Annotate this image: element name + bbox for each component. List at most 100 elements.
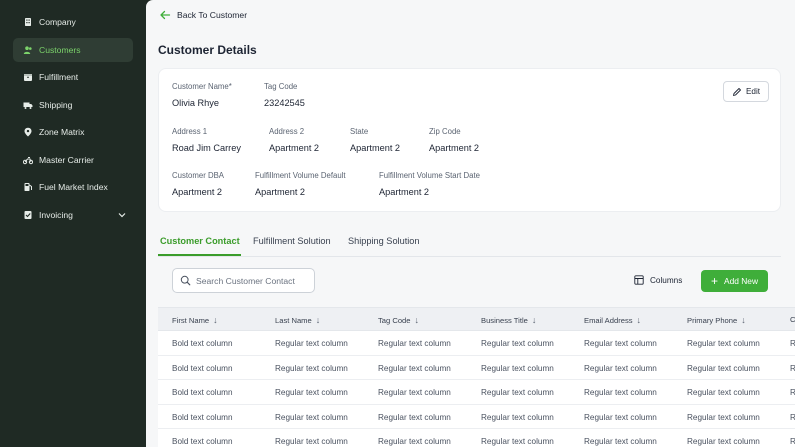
search-input[interactable] bbox=[196, 275, 311, 286]
field-label: Customer Name* bbox=[172, 82, 232, 91]
table-cell: Regular text column bbox=[481, 339, 554, 348]
column-header-label: Primary Phone bbox=[687, 315, 738, 325]
field-label: Zip Code bbox=[429, 127, 461, 136]
sidebar-item-shipping[interactable]: Shipping bbox=[13, 93, 133, 117]
table-cell: Regular text column bbox=[687, 363, 760, 373]
tab-customer-contact[interactable]: Customer Contact bbox=[160, 236, 240, 246]
table-cell: Regular text column bbox=[275, 363, 348, 373]
field-value: Apartment 2 bbox=[269, 142, 320, 153]
table-row[interactable]: Bold text column Regular text column Reg… bbox=[158, 429, 795, 447]
field-address-2: Address 2 Apartment 2 bbox=[269, 127, 319, 153]
table-header: First Name ↓ Last Name ↓ Tag Code ↓ Busines… bbox=[158, 307, 795, 331]
column-header-email-address[interactable]: Email Address ↓ bbox=[584, 315, 641, 325]
field-value: Apartment 2 bbox=[429, 142, 480, 153]
table-row[interactable]: Bold text column Regular text column Reg… bbox=[158, 404, 795, 429]
table-cell: Regular text column bbox=[687, 339, 760, 348]
table-cell: Regular text column bbox=[481, 437, 554, 446]
sidebar-item-customers[interactable]: Customers bbox=[13, 37, 133, 62]
sort-arrow-icon: ↓ bbox=[315, 315, 321, 325]
sidebar-item-label: Fuel Market Index bbox=[39, 182, 108, 192]
sort-arrow-icon: ↓ bbox=[414, 315, 420, 325]
field-label: Address 2 bbox=[269, 127, 305, 136]
column-header-label: Email Address bbox=[584, 315, 633, 325]
column-header-label: Tag Code bbox=[378, 315, 411, 325]
chevron-down-icon[interactable] bbox=[117, 210, 127, 220]
tab-fulfillment-solution[interactable]: Fulfillment Solution bbox=[253, 236, 331, 246]
field-value: Apartment 2 bbox=[379, 186, 430, 197]
field-tag-code: Tag Code 23242545 bbox=[264, 82, 305, 108]
field-fulfillment-volume-default: Fulfillment Volume Default Apartment 2 bbox=[255, 171, 346, 197]
sidebar-item-fuel-market-index[interactable]: Fuel Market Index bbox=[13, 175, 133, 199]
page-title: Customer Details bbox=[158, 43, 257, 57]
column-header-tag-code[interactable]: Tag Code ↓ bbox=[378, 315, 419, 325]
active-tab-indicator bbox=[158, 254, 241, 256]
field-customer-dba: Customer DBA Apartment 2 bbox=[172, 171, 224, 197]
sidebar-item-company[interactable]: Company bbox=[13, 10, 133, 34]
table-cell: Regular text column bbox=[378, 412, 451, 422]
edit-label: Edit bbox=[745, 87, 761, 96]
table-cell: Regular text column bbox=[275, 437, 348, 446]
field-value: 23242545 bbox=[264, 97, 305, 108]
edit-button[interactable]: Edit bbox=[723, 81, 769, 102]
table-cell: Bold text column bbox=[172, 437, 233, 446]
column-header-business-title[interactable]: Business Title ↓ bbox=[481, 315, 536, 325]
table-cell: R bbox=[790, 339, 795, 348]
table-cell: Regular text column bbox=[481, 363, 554, 373]
sort-arrow-icon: ↓ bbox=[741, 315, 746, 325]
table-cell: Bold text column bbox=[172, 412, 233, 422]
column-header-last-name[interactable]: Last Name ↓ bbox=[275, 315, 320, 325]
back-label: Back To Customer bbox=[177, 10, 248, 20]
table-cell: Bold text column bbox=[172, 363, 233, 373]
location-pin-icon bbox=[23, 127, 33, 137]
table-cell: Regular text column bbox=[687, 388, 760, 397]
table-cell: Regular text column bbox=[275, 339, 348, 348]
column-header-primary-phone[interactable]: Primary Phone ↓ bbox=[687, 315, 746, 325]
search-icon bbox=[180, 275, 191, 286]
columns-button[interactable]: Columns bbox=[634, 272, 682, 288]
table-cell: Regular text column bbox=[378, 437, 451, 446]
column-header-label: C bbox=[790, 315, 795, 324]
table-row[interactable]: Bold text column Regular text column Reg… bbox=[158, 331, 795, 356]
table-cell: Regular text column bbox=[584, 363, 657, 373]
add-new-button[interactable]: + Add New bbox=[701, 270, 768, 292]
sidebar-item-fulfillment[interactable]: Fulfillment bbox=[13, 65, 133, 89]
sidebar-item-invoicing[interactable]: Invoicing bbox=[13, 203, 133, 227]
field-fulfillment-volume-start-date: Fulfillment Volume Start Date Apartment … bbox=[379, 171, 480, 197]
table-row[interactable]: Bold text column Regular text column Reg… bbox=[158, 380, 795, 405]
sort-arrow-icon: ↓ bbox=[213, 315, 218, 325]
column-header-first-name[interactable]: First Name ↓ bbox=[172, 315, 218, 325]
sidebar-item-label: Fulfillment bbox=[39, 72, 79, 82]
back-to-customer-link[interactable]: Back To Customer bbox=[159, 8, 247, 22]
field-address-1: Address 1 Road Jim Carrey bbox=[172, 127, 241, 153]
field-label: State bbox=[350, 127, 369, 136]
invoice-icon bbox=[23, 210, 33, 220]
sort-arrow-icon: ↓ bbox=[636, 315, 642, 325]
field-zip-code: Zip Code Apartment 2 bbox=[429, 127, 479, 153]
table-cell: Bold text column bbox=[172, 339, 233, 348]
tab-bar: Customer Contact Fulfillment Solution Sh… bbox=[158, 233, 781, 257]
columns-label: Columns bbox=[650, 275, 683, 285]
field-label: Customer DBA bbox=[172, 171, 224, 180]
field-value: Road Jim Carrey bbox=[172, 142, 241, 153]
column-header-label: Business Title bbox=[481, 315, 528, 325]
table-cell: Regular text column bbox=[687, 412, 760, 422]
table-row[interactable]: Bold text column Regular text column Reg… bbox=[158, 355, 795, 380]
table-cell: Regular text column bbox=[687, 437, 760, 446]
table-cell: Regular text column bbox=[378, 363, 451, 373]
customer-details-card: Customer Name* Olivia Rhye Tag Code 2324… bbox=[158, 68, 781, 212]
field-value: Apartment 2 bbox=[255, 186, 306, 197]
field-label: Fulfillment Volume Default bbox=[255, 171, 346, 180]
sidebar-item-zone-matrix[interactable]: Zone Matrix bbox=[13, 120, 133, 144]
truck-icon bbox=[23, 100, 33, 110]
table-cell: R bbox=[790, 363, 795, 373]
tab-shipping-solution[interactable]: Shipping Solution bbox=[348, 236, 420, 246]
sidebar-item-label: Shipping bbox=[39, 99, 73, 110]
plus-icon: + bbox=[711, 274, 719, 288]
search-box[interactable] bbox=[172, 268, 315, 293]
field-label: Fulfillment Volume Start Date bbox=[379, 171, 480, 180]
table-cell: Regular text column bbox=[584, 412, 657, 422]
sidebar-item-master-carrier[interactable]: Master Carrier bbox=[13, 148, 133, 172]
main-panel: Back To Customer Customer Details Custom… bbox=[146, 0, 795, 447]
column-header-truncated[interactable]: C bbox=[790, 315, 795, 324]
columns-icon bbox=[634, 275, 644, 285]
